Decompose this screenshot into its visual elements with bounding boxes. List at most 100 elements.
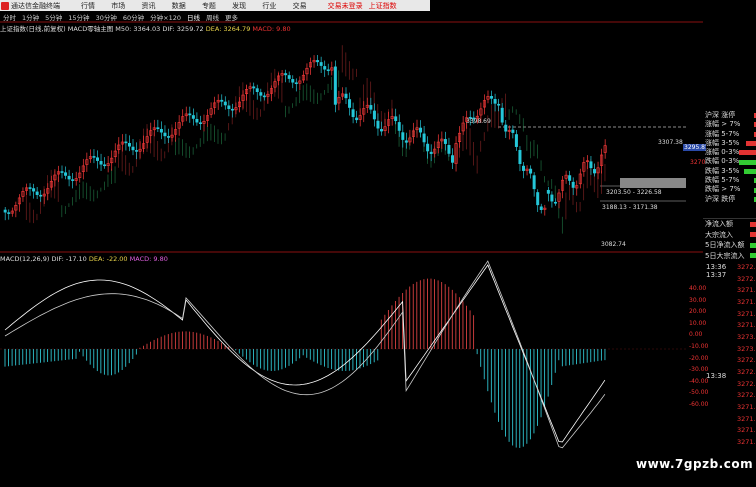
breadth-row: 跌幅 > 7% <box>703 185 756 194</box>
macd-axis-label: -30.00 <box>689 366 709 374</box>
flow-bar <box>750 242 756 248</box>
macd-dea-value: DEA: -22.00 <box>88 255 128 263</box>
candle-body <box>404 140 408 143</box>
tick-price: 3273.04 <box>737 344 756 353</box>
candle-body <box>39 194 43 197</box>
breadth-label: 涨幅 5-7% <box>705 129 740 138</box>
kline-chart[interactable] <box>0 0 703 487</box>
flow-row: 净流入额 <box>703 219 756 230</box>
candle-body <box>532 175 536 190</box>
candle-body <box>568 175 572 181</box>
macd-axis-label: 30.00 <box>689 296 707 304</box>
candle-body <box>287 75 291 79</box>
candle-body <box>490 96 494 99</box>
tick-price: 3271.68 <box>737 297 756 306</box>
tick-price: 3272.94 <box>737 356 756 365</box>
candle-body <box>429 151 433 154</box>
tick-time: 13:38 <box>706 372 727 380</box>
candle-body <box>124 141 128 144</box>
macd-axis-label: 10.00 <box>689 319 707 327</box>
candle-body <box>262 95 266 98</box>
candle-body <box>191 115 195 119</box>
tick-price: 3272.12 <box>737 274 756 283</box>
candle-body <box>195 118 199 123</box>
candle-body <box>521 165 525 171</box>
candle-body <box>426 143 430 152</box>
candle-body <box>497 103 501 106</box>
flow-row: 大宗流入 <box>703 230 756 241</box>
tick-price: 3271.46 <box>737 309 756 318</box>
low-price-label: 3082.74 <box>601 241 626 248</box>
tick-price: 3271.23 <box>737 321 756 330</box>
candle-body <box>379 129 383 132</box>
candle-body <box>500 107 504 123</box>
candle-body <box>64 172 68 176</box>
candle-body <box>167 136 171 138</box>
candle-body <box>103 164 107 167</box>
candle-body <box>553 201 557 204</box>
flow-bar <box>750 221 756 227</box>
candle-body <box>397 122 401 131</box>
candle-body <box>518 150 522 164</box>
breadth-label: 跌幅 3-5% <box>705 166 740 175</box>
candle-body <box>227 105 231 109</box>
breadth-bar <box>746 141 756 147</box>
candle-body <box>348 99 352 108</box>
candle-body <box>127 143 131 147</box>
candle-body <box>7 212 11 214</box>
candle-body <box>291 79 295 83</box>
dea-line <box>4 260 606 449</box>
tick-price: 3272.81 <box>737 367 756 376</box>
breadth-row: 涨幅 5-7% <box>703 130 756 139</box>
candle-body <box>514 134 518 147</box>
candle-body <box>71 179 75 181</box>
flow-row: 5日净流入额 <box>703 240 756 251</box>
candle-body <box>92 156 96 158</box>
main-chart-volume-bars <box>25 45 606 234</box>
flow-label: 净流入额 <box>705 220 733 228</box>
candle-body <box>230 108 234 111</box>
candle-body <box>550 194 554 202</box>
candle-body <box>333 66 337 105</box>
breadth-row: 涨幅 3-5% <box>703 139 756 148</box>
watermark: www.7gpzb.com <box>636 457 754 471</box>
candle-body <box>259 92 263 96</box>
breadth-row: 跌幅 5-7% <box>703 176 756 185</box>
candle-body <box>96 157 100 161</box>
flow-bar <box>750 232 756 238</box>
breadth-bar <box>739 159 756 165</box>
candle-body <box>163 132 167 137</box>
tick-price: 3271.24 <box>737 426 756 435</box>
candlesticks <box>3 54 607 221</box>
candle-body <box>394 116 398 122</box>
candle-body <box>28 187 32 189</box>
flow-bar <box>750 253 756 259</box>
candle-body <box>493 99 497 104</box>
candle-body <box>223 101 227 106</box>
macd-dif-value: DIF: -17.10 <box>51 255 87 263</box>
market-breadth-panel: 沪深 涨停 涨幅 > 7% 涨幅 5-7% 涨幅 3-5% 涨幅 0-3% 跌幅 0-3%… <box>703 111 756 204</box>
tick-time: 13:36 <box>706 263 727 271</box>
candle-body <box>32 188 36 192</box>
candle-body <box>592 169 596 174</box>
macd-chart-info: MACD(12,26,9) DIF: -17.10 DEA: -22.00 MA… <box>0 255 168 264</box>
flow-label: 5日净流入额 <box>705 241 745 249</box>
breadth-label: 涨幅 > 7% <box>705 120 741 129</box>
breadth-row: 沪深 涨停 <box>703 111 756 120</box>
breadth-label: 跌幅 > 7% <box>705 185 741 194</box>
candle-body <box>159 128 163 133</box>
breadth-row: 涨幅 > 7% <box>703 120 756 129</box>
candle-body <box>344 93 348 99</box>
candle-body <box>369 105 373 110</box>
candle-body <box>294 82 298 85</box>
tick-price: 3272.30 <box>737 391 756 400</box>
macd-axis-label: 0.00 <box>689 331 703 339</box>
breadth-label: 跌幅 5-7% <box>705 176 740 185</box>
candle-body <box>316 60 320 63</box>
candle-body <box>135 150 139 152</box>
breadth-label: 沪深 跌停 <box>705 194 736 203</box>
candle-body <box>319 62 323 66</box>
flow-row: 5日大宗流入 <box>703 251 756 262</box>
breadth-label: 涨幅 3-5% <box>705 138 740 147</box>
tick-price: 3271.95 <box>737 286 756 295</box>
